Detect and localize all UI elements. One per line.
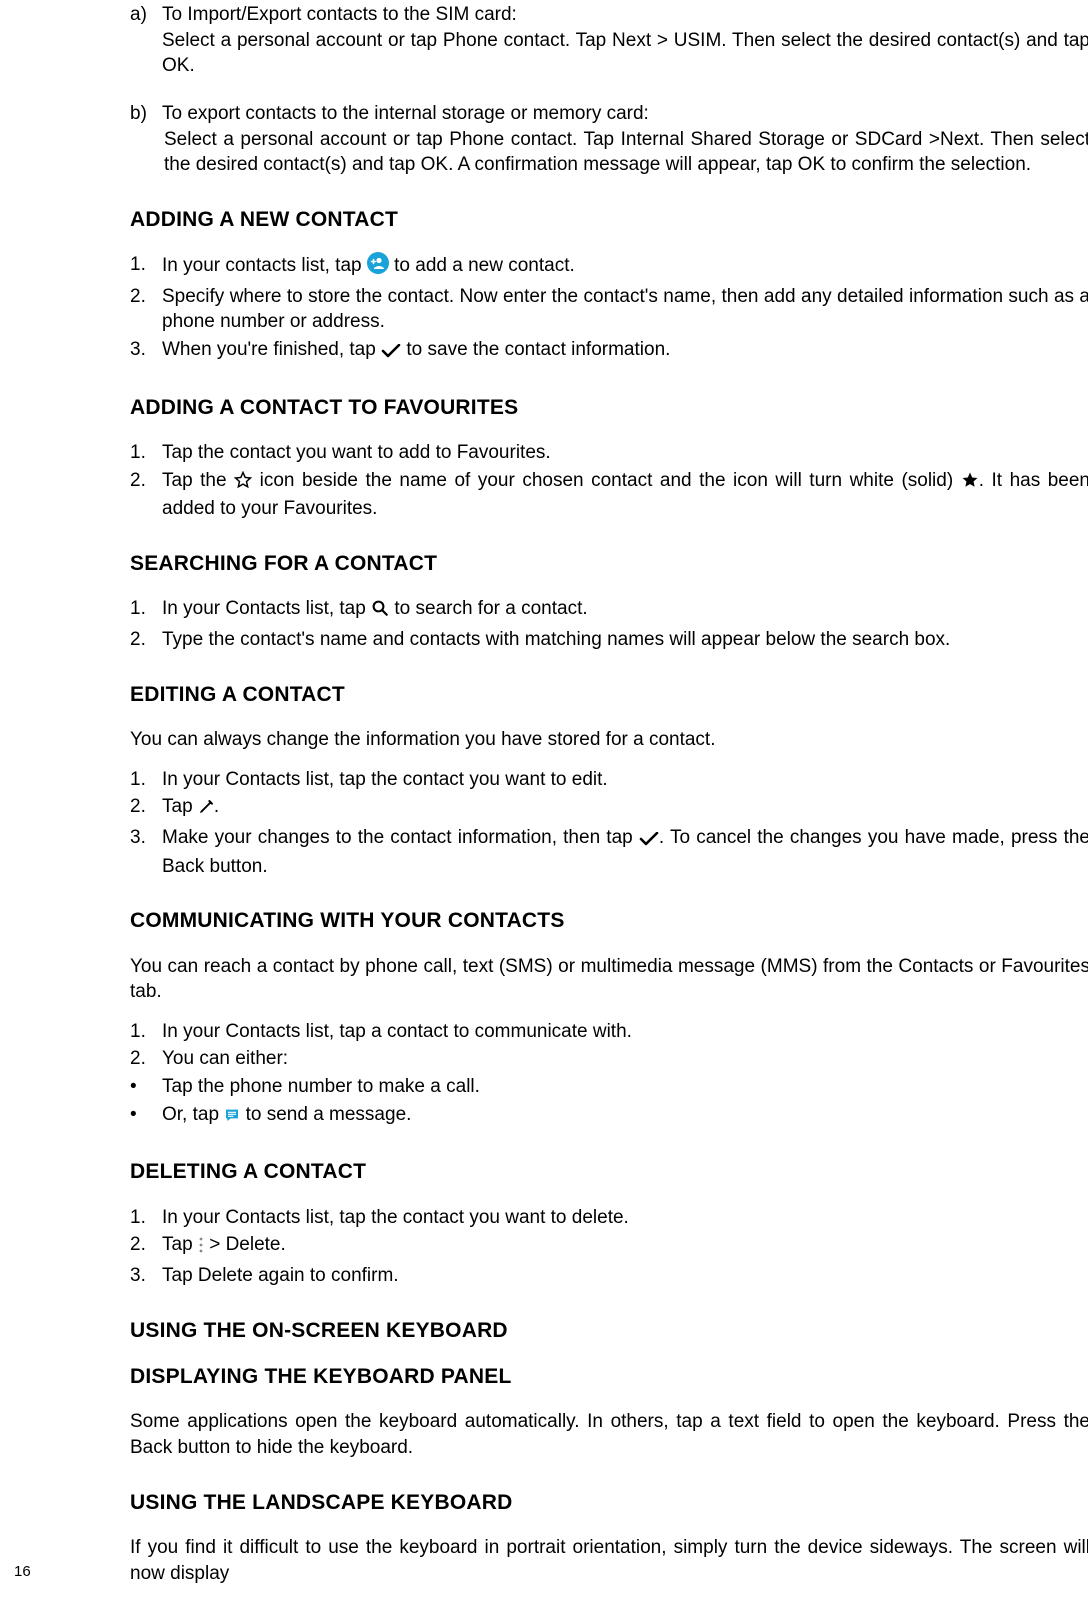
search-item-2: 2. Type the contact's name and contacts … [130,627,1088,653]
addnew-item-3: 3. When you're finished, tap to save the… [130,337,1088,366]
addnew-1-part-b: to add a new contact. [389,255,575,276]
heading-onscreen-keyboard: USING THE ON-SCREEN KEYBOARD [130,1317,1088,1345]
marker-b: b) [130,101,162,178]
del-item-2: 2. Tap > Delete. [130,1232,1088,1261]
fav-1: Tap the contact you want to add to Favou… [162,440,1088,466]
heading-deleting: DELETING A CONTACT [130,1158,1088,1186]
del-2-b: > Delete. [204,1234,286,1255]
heading-editing: EDITING A CONTACT [130,681,1088,709]
item-a-text: To Import/Export contacts to the SIM car… [162,2,1088,79]
del-2-a: Tap [162,1234,198,1255]
item-b-text: To export contacts to the internal stora… [162,101,1088,178]
marker-a: a) [130,2,162,79]
del-1: In your Contacts list, tap the contact y… [162,1205,1088,1231]
heading-favourites: ADDING A CONTACT TO FAVOURITES [130,394,1088,422]
del-item-3: 3. Tap Delete again to confirm. [130,1263,1088,1289]
pencil-icon [198,797,214,823]
edit-1: In your Contacts list, tap the contact y… [162,767,1088,793]
del-item-1: 1. In your Contacts list, tap the contac… [130,1205,1088,1231]
del-3: Tap Delete again to confirm. [162,1263,1088,1289]
addnew-1-part-a: In your contacts list, tap [162,255,367,276]
edit-2-b: . [214,796,219,817]
comm-intro: You can reach a contact by phone call, t… [130,954,1088,1005]
search-icon [371,599,389,625]
addnew-item-1: 1. In your contacts list, tap to add a n… [130,252,1088,282]
item-b-title: To export contacts to the internal stora… [162,103,649,124]
comm-item-1: 1. In your Contacts list, tap a contact … [130,1019,1088,1045]
addnew-item-2: 2. Specify where to store the contact. N… [130,284,1088,335]
heading-landscape-keyboard: USING THE LANDSCAPE KEYBOARD [130,1489,1088,1517]
fav-2-b: icon beside the name of your chosen cont… [252,470,961,491]
heading-adding-new-contact: ADDING A NEW CONTACT [130,206,1088,234]
search-1-b: to search for a contact. [389,598,588,619]
comm-bullet-2: • Or, tap to send a message. [130,1102,1088,1131]
comm-b2-b: to send a message. [240,1104,411,1125]
edit-item-3: 3. Make your changes to the contact info… [130,825,1088,879]
list-item-a: a) To Import/Export contacts to the SIM … [130,2,1088,79]
heading-searching: SEARCHING FOR A CONTACT [130,550,1088,578]
landscape-keyboard-body: If you find it difficult to use the keyb… [130,1535,1088,1586]
item-b-body: Select a personal account or tap Phone c… [162,127,1088,178]
search-1-a: In your Contacts list, tap [162,598,371,619]
add-contact-icon [367,252,389,282]
list-item-b: b) To export contacts to the internal st… [130,101,1088,178]
fav-item-2: 2. Tap the icon beside the name of your … [130,468,1088,522]
item-a-body: Select a personal account or tap Phone c… [162,28,1088,79]
fav-2-a: Tap the [162,470,234,491]
message-icon [224,1105,240,1131]
comm-b1: Tap the phone number to make a call. [162,1074,1088,1100]
edit-item-1: 1. In your Contacts list, tap the contac… [130,767,1088,793]
heading-communicating: COMMUNICATING WITH YOUR CONTACTS [130,907,1088,935]
star-outline-icon [234,471,252,497]
comm-1: In your Contacts list, tap a contact to … [162,1019,1088,1045]
fav-item-1: 1. Tap the contact you want to add to Fa… [130,440,1088,466]
comm-b2-a: Or, tap [162,1104,224,1125]
addnew-3-part-b: to save the contact information. [406,339,670,360]
edit-item-2: 2. Tap . [130,794,1088,823]
editing-intro: You can always change the information yo… [130,727,1088,753]
item-a-title: To Import/Export contacts to the SIM car… [162,4,517,25]
page-number: 16 [14,1562,31,1582]
search-item-1: 1. In your Contacts list, tap to search … [130,596,1088,625]
comm-item-2: 2. You can either: [130,1046,1088,1072]
keyboard-panel-body: Some applications open the keyboard auto… [130,1409,1088,1460]
heading-keyboard-panel: DISPLAYING THE KEYBOARD PANEL [130,1363,1088,1391]
edit-2-a: Tap [162,796,198,817]
star-solid-icon [961,471,979,497]
edit-3-a: Make your changes to the contact informa… [162,827,639,848]
addnew-3-part-a: When you're finished, tap [162,339,381,360]
comm-bullet-1: • Tap the phone number to make a call. [130,1074,1088,1100]
check-icon [639,828,659,854]
search-2: Type the contact's name and contacts wit… [162,627,1088,653]
comm-2: You can either: [162,1046,1088,1072]
addnew-2: Specify where to store the contact. Now … [162,284,1088,335]
check-icon [381,340,401,366]
